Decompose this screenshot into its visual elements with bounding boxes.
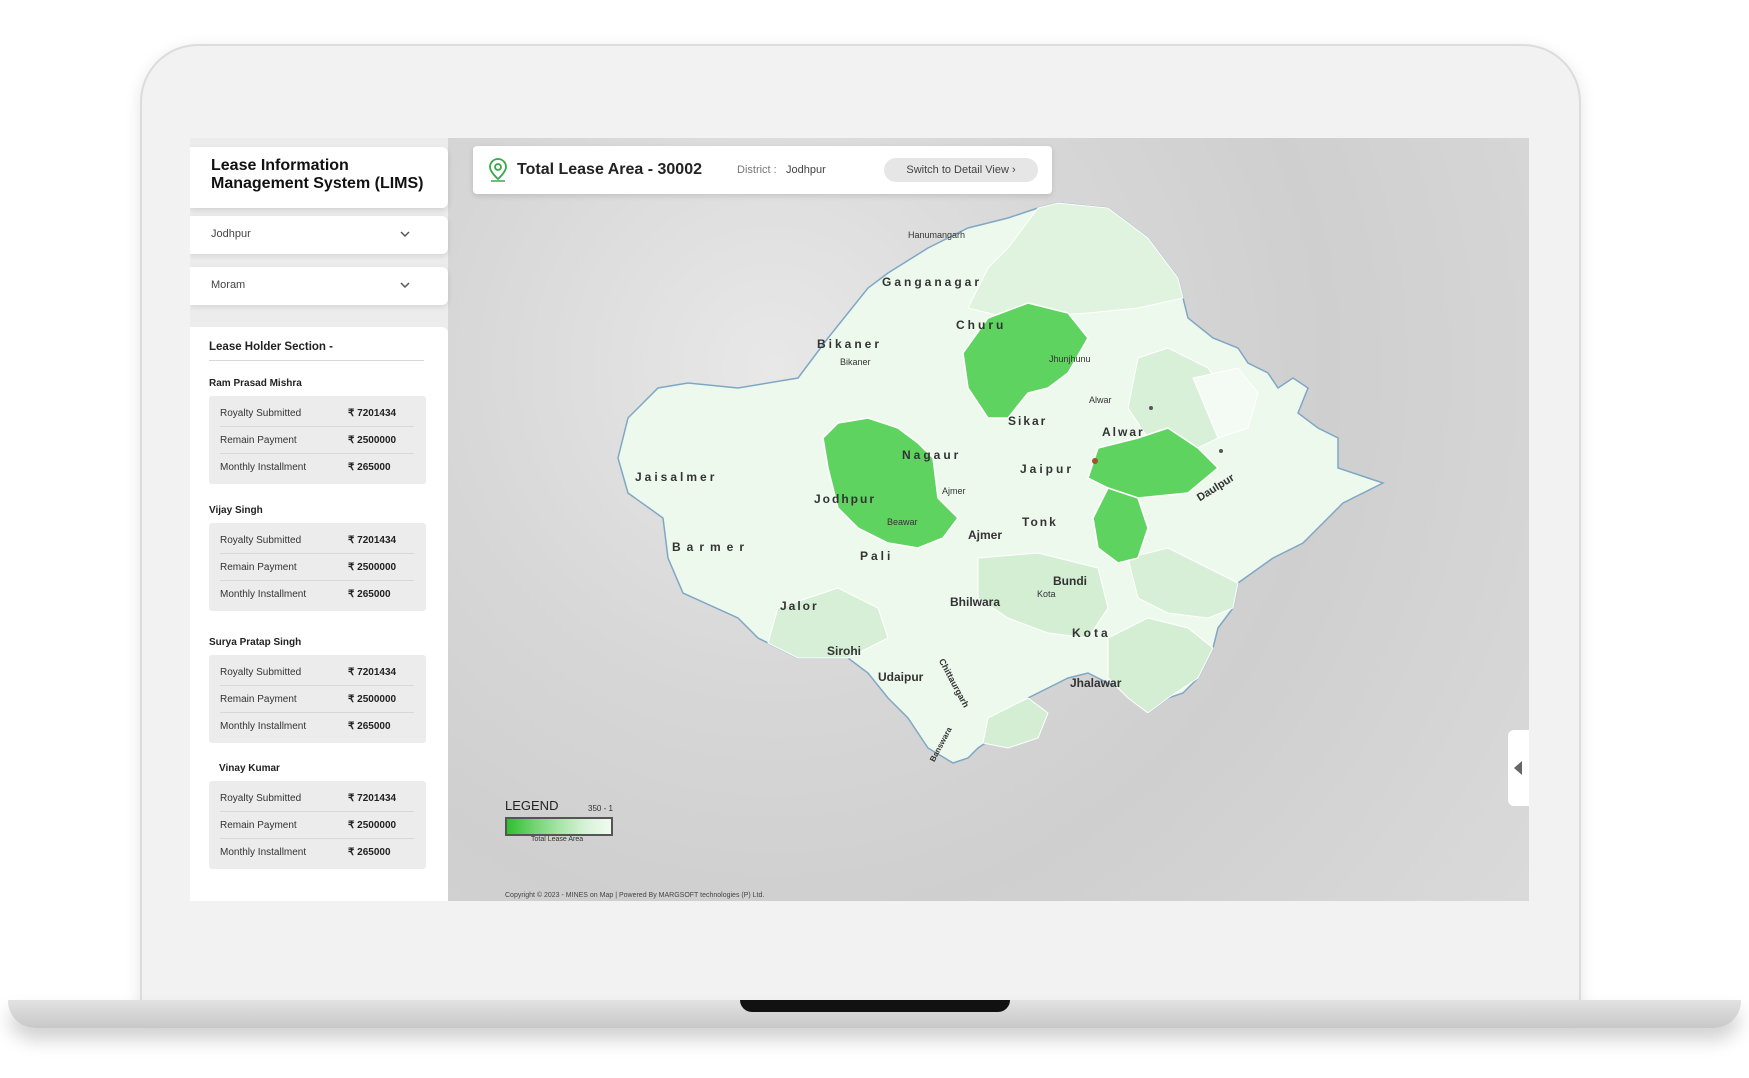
payment-label: Royalty Submitted xyxy=(220,666,302,678)
lease-holder-card: Surya Pratap Singh Royalty Submitted ₹ 72… xyxy=(209,637,426,743)
payment-label: Royalty Submitted xyxy=(220,407,302,419)
app-title: Lease Information Management System (LIM… xyxy=(211,157,424,192)
payment-row: Monthly Installment ₹ 265000 xyxy=(220,581,414,607)
payment-label: Monthly Installment xyxy=(220,720,307,732)
town-dot xyxy=(1149,406,1153,410)
payment-value: ₹ 265000 xyxy=(348,846,391,858)
payment-value: ₹ 265000 xyxy=(348,588,391,600)
legend-title: LEGEND xyxy=(505,798,559,813)
app-title-card: Lease Information Management System (LIM… xyxy=(190,147,448,208)
payment-label: Remain Payment xyxy=(220,561,297,573)
laptop-notch xyxy=(740,1000,1010,1012)
payment-row: Remain Payment ₹ 2500000 xyxy=(220,686,414,713)
mineral-dropdown[interactable]: Moram xyxy=(190,267,448,305)
district-value: Jodhpur xyxy=(786,164,826,176)
collapse-panel-button[interactable] xyxy=(1508,730,1529,806)
payment-row: Royalty Submitted ₹ 7201434 xyxy=(220,527,414,554)
payment-value: ₹ 2500000 xyxy=(348,693,397,705)
payment-label: Royalty Submitted xyxy=(220,792,302,804)
legend-range: 350 - 1 xyxy=(588,804,613,813)
app-screen: Ganganagar Churu Bikaner Sikar Alwar Nag… xyxy=(190,138,1529,901)
location-pin-icon xyxy=(489,158,507,182)
switch-detail-view-button[interactable]: Switch to Detail View › xyxy=(884,158,1038,182)
lease-holder-card: Ram Prasad Mishra Royalty Submitted ₹ 720… xyxy=(209,378,426,484)
chevron-down-icon xyxy=(400,282,410,289)
payment-label: Monthly Installment xyxy=(220,461,307,473)
legend-gradient-bar xyxy=(505,817,613,836)
mineral-dropdown-value: Moram xyxy=(211,279,246,291)
sidebar: Lease Information Management System (LIM… xyxy=(190,138,448,901)
chevron-down-icon xyxy=(400,231,410,238)
district-label: District : xyxy=(737,164,777,176)
holder-name: Vinay Kumar xyxy=(219,763,280,774)
holder-name: Vijay Singh xyxy=(209,505,263,516)
payment-value: ₹ 7201434 xyxy=(348,534,397,546)
payment-value: ₹ 2500000 xyxy=(348,434,397,446)
jaipur-town-dot xyxy=(1092,458,1098,464)
legend-caption: Total Lease Area xyxy=(531,836,584,843)
map-area[interactable] xyxy=(448,138,1529,901)
holder-payment-box: Royalty Submitted ₹ 7201434 Remain Paymen… xyxy=(209,781,426,869)
lease-info-bar: Total Lease Area - 30002 District : Jodh… xyxy=(473,146,1052,194)
payment-row: Royalty Submitted ₹ 7201434 xyxy=(220,659,414,686)
payment-row: Remain Payment ₹ 2500000 xyxy=(220,812,414,839)
payment-label: Remain Payment xyxy=(220,434,297,446)
district-dropdown[interactable]: Jodhpur xyxy=(190,216,448,254)
holder-payment-box: Royalty Submitted ₹ 7201434 Remain Paymen… xyxy=(209,655,426,743)
holder-payment-box: Royalty Submitted ₹ 7201434 Remain Paymen… xyxy=(209,523,426,611)
payment-row: Royalty Submitted ₹ 7201434 xyxy=(220,785,414,812)
payment-row: Remain Payment ₹ 2500000 xyxy=(220,427,414,454)
lease-holder-panel: Lease Holder Section - Ram Prasad Mishra… xyxy=(190,327,448,901)
holder-payment-box: Royalty Submitted ₹ 7201434 Remain Paymen… xyxy=(209,396,426,484)
payment-label: Monthly Installment xyxy=(220,588,307,600)
holder-name: Ram Prasad Mishra xyxy=(209,378,302,389)
payment-label: Monthly Installment xyxy=(220,846,307,858)
payment-row: Remain Payment ₹ 2500000 xyxy=(220,554,414,581)
map-legend: LEGEND 350 - 1 Total Lease Area xyxy=(505,798,625,868)
payment-label: Remain Payment xyxy=(220,819,297,831)
payment-row: Royalty Submitted ₹ 7201434 xyxy=(220,400,414,427)
payment-row: Monthly Installment ₹ 265000 xyxy=(220,454,414,480)
holder-name: Surya Pratap Singh xyxy=(209,637,302,648)
lease-section-title: Lease Holder Section - xyxy=(209,341,424,361)
payment-value: ₹ 7201434 xyxy=(348,792,397,804)
district-dropdown-value: Jodhpur xyxy=(211,228,251,240)
payment-value: ₹ 2500000 xyxy=(348,819,397,831)
copyright-text: Copyright © 2023 - MINES on Map | Powere… xyxy=(505,892,765,899)
payment-label: Royalty Submitted xyxy=(220,534,302,546)
payment-value: ₹ 7201434 xyxy=(348,407,397,419)
lease-holder-card: Vinay Kumar Royalty Submitted ₹ 7201434 R… xyxy=(209,763,426,869)
payment-row: Monthly Installment ₹ 265000 xyxy=(220,839,414,865)
rajasthan-map[interactable] xyxy=(448,138,1529,901)
caret-left-icon xyxy=(1514,761,1522,775)
payment-value: ₹ 2500000 xyxy=(348,561,397,573)
payment-value: ₹ 265000 xyxy=(348,461,391,473)
lease-holder-card: Vijay Singh Royalty Submitted ₹ 7201434 R… xyxy=(209,505,426,611)
payment-value: ₹ 265000 xyxy=(348,720,391,732)
payment-value: ₹ 7201434 xyxy=(348,666,397,678)
town-dot xyxy=(1219,449,1223,453)
total-lease-area: Total Lease Area - 30002 xyxy=(517,161,702,178)
payment-label: Remain Payment xyxy=(220,693,297,705)
payment-row: Monthly Installment ₹ 265000 xyxy=(220,713,414,739)
